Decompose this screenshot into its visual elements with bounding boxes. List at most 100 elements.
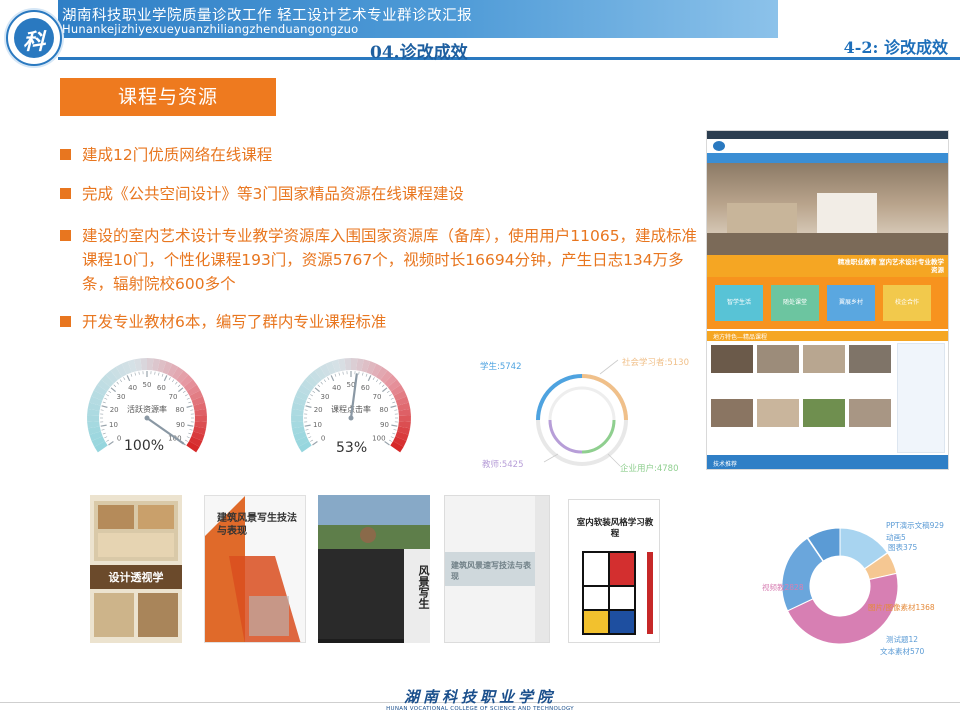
gauge-tick [388, 439, 392, 442]
gauge-tick [104, 436, 108, 439]
gauge-tick [113, 384, 117, 388]
gauge-tick [390, 397, 394, 400]
bullet-text: 完成《公共空间设计》等3门国家精品资源在线课程建设 [82, 185, 464, 203]
gauge-tick [178, 387, 184, 393]
gauge-tick [317, 384, 321, 388]
gauge-tick [123, 377, 126, 381]
book-cover: 建筑风景速写技法与表现 [444, 495, 550, 643]
gauge-active-resource: 0102030405060708090100活跃资源率 100% [72, 350, 222, 476]
header-pinyin: Hunankejizhiyexueyuanzhiliangzhenduangon… [62, 22, 359, 36]
gauge-tick [365, 373, 368, 377]
site-banner-strip: 精准职业教育 室内艺术设计专业教学资源 [707, 255, 948, 277]
gauge-tick [394, 409, 398, 411]
site-tile[interactable]: 智学生活 [715, 285, 763, 321]
ring-leader-line [543, 453, 559, 463]
gauge-tick [182, 390, 186, 394]
gauge-tick-label: 90 [380, 421, 389, 429]
gauge-tick [390, 405, 397, 408]
gauge-tick [386, 390, 390, 394]
gauge-tick [330, 375, 335, 382]
donut-label: 视频教2828 [762, 583, 804, 592]
book-title: 室内软装风格学习教程 [576, 518, 654, 539]
gauge-tick [171, 379, 175, 383]
gauge-tick [184, 394, 188, 397]
gauge-tick-label: 100 [372, 435, 385, 443]
gauge-tick [186, 405, 193, 408]
gauge-tick [108, 390, 112, 394]
gauge-tick-label: 0 [117, 435, 121, 443]
user-ring-chart: 学生:5742 社会学习者:5130 教师:5425 企业用户:4780 [468, 344, 694, 494]
site-banner-photo [707, 163, 948, 255]
gauge-tick [342, 371, 344, 375]
ring-leader-line [599, 359, 619, 375]
school-logo: 科 [6, 10, 62, 66]
gauge-tick [310, 439, 314, 442]
gauge-tick-label: 30 [116, 393, 125, 401]
slide: 湖南科技职业学院质量诊改工作 轻工设计艺术专业群诊改汇报 Hunankejizh… [0, 0, 960, 720]
gauge-tick [188, 401, 192, 404]
donut-label: 文本素材570 [880, 647, 925, 656]
book-title: 建筑风景速写技法与表现 [451, 561, 531, 581]
gauge-tick [138, 371, 140, 375]
gauge-tick [190, 409, 194, 411]
bullet-text: 开发专业教材6本，编写了群内专业课程标准 [82, 313, 387, 331]
site-tile-row: 智学生活 随处课堂 翼展乡村 校企合作 [707, 277, 948, 329]
site-banner-text: 精准职业教育 室内艺术设计专业教学资源 [837, 258, 944, 274]
gauge-tick [391, 424, 398, 427]
gauge-tick [161, 373, 164, 377]
site-header [707, 139, 948, 153]
footer: 湖南科技职业学院 HUNAN VOCATIONAL COLLEGE OF SCI… [0, 676, 960, 720]
gauge-tick [100, 409, 104, 411]
gauge-band-segment [291, 415, 304, 422]
gauge-tick [305, 405, 312, 408]
gauge-tick [375, 379, 379, 383]
gauge-tick [381, 384, 385, 388]
gauge-band-segment [87, 415, 100, 422]
site-tile[interactable]: 校企合作 [883, 285, 931, 321]
section-subtitle: 4-2: 诊改成效 [843, 38, 948, 57]
gauge-tick-label: 80 [379, 406, 388, 414]
gauge-tick-label: 60 [157, 384, 166, 392]
gauge-label: 活跃资源率 [127, 404, 167, 414]
bullet-square-icon [60, 188, 71, 199]
gauge-hub [348, 415, 354, 421]
gauge-tick [388, 394, 392, 397]
site-section-bar: 地方特色—精品课程 [707, 331, 948, 341]
book-title: 建筑风景写生技法与表现 [217, 513, 297, 537]
book-cover: 风景写生 [318, 495, 430, 643]
gauge-tick [312, 390, 316, 394]
logo-emblem: 科 [14, 18, 54, 58]
gauge-tick [392, 432, 396, 435]
book-title: 风景写生 [417, 565, 430, 609]
gauge-tick [108, 441, 114, 446]
gauge-tick-label: 70 [169, 393, 178, 401]
gauge-tick [367, 375, 372, 382]
donut-label: 图表375 [888, 543, 918, 552]
ring-arc-enterprise [581, 419, 616, 454]
site-tile[interactable]: 翼展乡村 [827, 285, 875, 321]
gauge-tick [358, 371, 360, 375]
gauge-tick [327, 377, 330, 381]
gauge-tick-label: 90 [176, 421, 185, 429]
book-cover: 室内软装风格学习教程 [568, 499, 660, 643]
gauge-tick-label: 10 [313, 421, 322, 429]
site-sidebar [897, 343, 945, 453]
gauge-tick-label: 40 [332, 384, 341, 392]
gauge-tick [184, 439, 188, 442]
gauge-tick [305, 429, 309, 431]
gauge-tick [186, 397, 190, 400]
gauge-tick [379, 381, 382, 385]
gauge-tick-label: 50 [143, 381, 152, 389]
gauge-tick [102, 432, 106, 435]
gauge-tick [126, 375, 131, 382]
gauge-tick [101, 429, 105, 431]
gauge-value: 53% [336, 440, 368, 456]
gauge-tick [110, 387, 116, 393]
donut-label: PPT演示文稿929 [886, 521, 944, 530]
gauge-tick [304, 424, 311, 427]
site-tile[interactable]: 随处课堂 [771, 285, 819, 321]
gauge-tick-label: 70 [373, 393, 382, 401]
gauge-tick [106, 439, 110, 442]
gauge-tick-label: 0 [321, 435, 325, 443]
gauge-hub [144, 415, 150, 421]
